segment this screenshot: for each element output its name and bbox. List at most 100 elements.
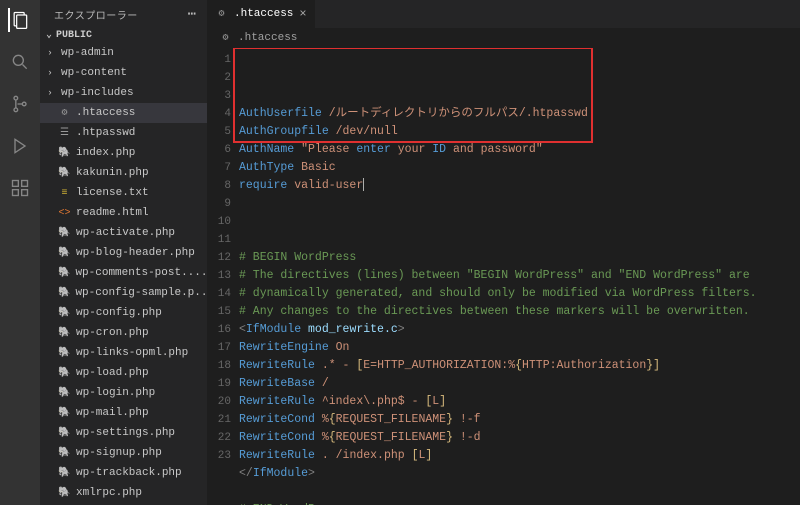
file-label: wp-links-opml.php xyxy=(76,347,188,359)
folder-label: wp-content xyxy=(61,67,127,79)
code-line[interactable] xyxy=(239,231,800,249)
chevron-right-icon: › xyxy=(46,48,54,58)
code-line[interactable]: </IfModule> xyxy=(239,465,800,483)
code-line[interactable] xyxy=(239,213,800,231)
folder-item[interactable]: › wp-admin xyxy=(40,43,207,63)
file-label: wp-activate.php xyxy=(76,227,175,239)
gear-icon: ⚙ xyxy=(219,32,232,45)
search-icon[interactable] xyxy=(8,50,32,74)
php-icon: 🐘 xyxy=(58,487,71,500)
code-line[interactable]: # The directives (lines) between "BEGIN … xyxy=(239,267,800,285)
code-line[interactable]: AuthName "Please enter your ID and passw… xyxy=(239,141,800,159)
code-editor[interactable]: 1234567891011121314151617181920212223 Au… xyxy=(207,48,800,505)
file-label: .htaccess xyxy=(76,107,135,119)
php-icon: 🐘 xyxy=(58,227,71,240)
code-line[interactable]: AuthGroupfile /dev/null xyxy=(239,123,800,141)
file-label: kakunin.php xyxy=(76,167,149,179)
file-label: wp-load.php xyxy=(76,367,149,379)
code-line[interactable]: # BEGIN WordPress xyxy=(239,249,800,267)
file-label: wp-comments-post.... xyxy=(75,267,207,279)
file-item[interactable]: 🐘 wp-activate.php xyxy=(40,223,207,243)
file-item[interactable]: 🐘wp-signup.php xyxy=(40,443,207,463)
file-item[interactable]: 🐘wp-comments-post.... xyxy=(40,263,207,283)
run-icon[interactable] xyxy=(8,134,32,158)
file-item[interactable]: 🐘 wp-trackback.php xyxy=(40,463,207,483)
code-line[interactable] xyxy=(239,195,800,213)
php-icon: 🐘 xyxy=(58,147,71,160)
sidebar-more-icon[interactable]: ⋯ xyxy=(188,6,197,23)
code-line[interactable]: <IfModule mod_rewrite.c> xyxy=(239,321,800,339)
file-item[interactable]: 🐘wp-mail.php xyxy=(40,403,207,423)
folder-label: wp-admin xyxy=(61,47,114,59)
file-item[interactable]: 🐘 xmlrpc.php xyxy=(40,483,207,503)
code-line[interactable]: AuthType Basic xyxy=(239,159,800,177)
editor-tabs: ⚙ .htaccess × xyxy=(207,0,800,28)
php-icon: 🐘 xyxy=(58,367,71,380)
php-icon: 🐘 xyxy=(58,167,71,180)
id-icon: ☰ xyxy=(58,127,71,140)
php-icon: 🐘 xyxy=(58,387,71,400)
file-item[interactable]: ⚙.htaccess xyxy=(40,103,207,123)
code-line[interactable]: RewriteCond %{REQUEST_FILENAME} !-d xyxy=(239,429,800,447)
file-label: wp-signup.php xyxy=(76,447,162,459)
sidebar-root[interactable]: ⌄ PUBLIC xyxy=(40,27,207,43)
code-content[interactable]: AuthUserfile /ルートディレクトリからのフルパス/.htpasswd… xyxy=(239,48,800,505)
php-icon: 🐘 xyxy=(58,327,71,340)
folder-label: wp-includes xyxy=(61,87,134,99)
file-item[interactable]: ≡license.txt xyxy=(40,183,207,203)
file-label: wp-config.php xyxy=(76,307,162,319)
php-icon: 🐘 xyxy=(58,407,71,420)
code-line[interactable]: RewriteRule ^index\.php$ - [L] xyxy=(239,393,800,411)
file-item[interactable]: 🐘 kakunin.php xyxy=(40,163,207,183)
file-item[interactable]: ☰.htpasswd xyxy=(40,123,207,143)
code-line[interactable]: RewriteRule . /index.php [L] xyxy=(239,447,800,465)
code-line[interactable]: RewriteBase / xyxy=(239,375,800,393)
file-item[interactable]: 🐘 wp-blog-header.php xyxy=(40,243,207,263)
line-gutter: 1234567891011121314151617181920212223 xyxy=(207,48,239,505)
file-label: readme.html xyxy=(76,207,149,219)
file-label: wp-trackback.php xyxy=(76,467,182,479)
code-line[interactable]: RewriteCond %{REQUEST_FILENAME} !-f xyxy=(239,411,800,429)
code-line[interactable]: AuthUserfile /ルートディレクトリからのフルパス/.htpasswd xyxy=(239,105,800,123)
file-label: wp-login.php xyxy=(76,387,155,399)
file-label: wp-config-sample.p... xyxy=(75,287,207,299)
code-line[interactable]: RewriteEngine On xyxy=(239,339,800,357)
file-item[interactable]: 🐘 wp-settings.php xyxy=(40,423,207,443)
breadcrumb[interactable]: ⚙ .htaccess xyxy=(207,28,800,48)
code-line[interactable]: require valid-user xyxy=(239,177,800,195)
code-line[interactable]: # dynamically generated, and should only… xyxy=(239,285,800,303)
file-item[interactable]: 🐘wp-cron.php xyxy=(40,323,207,343)
code-line[interactable] xyxy=(239,483,800,501)
close-icon[interactable]: × xyxy=(299,7,306,21)
file-tree: › wp-admin ›wp-content › wp-includes ⚙.htacce… xyxy=(40,43,207,503)
chevron-right-icon: › xyxy=(46,88,54,98)
file-item[interactable]: 🐘 wp-login.php xyxy=(40,383,207,403)
tab-label: .htaccess xyxy=(234,8,293,20)
file-label: wp-settings.php xyxy=(76,427,175,439)
php-icon: 🐘 xyxy=(58,427,71,440)
tab-htaccess[interactable]: ⚙ .htaccess × xyxy=(207,0,316,28)
sidebar-explorer: エクスプローラー ⋯ ⌄ PUBLIC ›wp-admin›wp-content… xyxy=(40,0,207,505)
php-icon: 🐘 xyxy=(58,467,71,480)
sidebar-header: エクスプローラー ⋯ xyxy=(40,0,207,27)
file-item[interactable]: <>readme.html xyxy=(40,203,207,223)
file-item[interactable]: 🐘 index.php xyxy=(40,143,207,163)
file-label: xmlrpc.php xyxy=(76,487,142,499)
file-item[interactable]: 🐘wp-config.php xyxy=(40,303,207,323)
txt-icon: ≡ xyxy=(58,187,71,200)
files-icon[interactable] xyxy=(8,8,32,32)
code-line[interactable]: # END WordPress xyxy=(239,501,800,505)
file-label: index.php xyxy=(76,147,135,159)
php-icon: 🐘 xyxy=(58,247,71,260)
extensions-icon[interactable] xyxy=(8,176,32,200)
file-item[interactable]: 🐘wp-links-opml.php xyxy=(40,343,207,363)
code-line[interactable]: RewriteRule .* - [E=HTTP_AUTHORIZATION:%… xyxy=(239,357,800,375)
code-line[interactable]: # Any changes to the directives between … xyxy=(239,303,800,321)
editor-area: ⚙ .htaccess × ⚙ .htaccess 12345678910111… xyxy=(207,0,800,505)
file-label: wp-blog-header.php xyxy=(76,247,195,259)
file-item[interactable]: 🐘 wp-load.php xyxy=(40,363,207,383)
folder-item[interactable]: ›wp-content xyxy=(40,63,207,83)
source-control-icon[interactable] xyxy=(8,92,32,116)
file-item[interactable]: 🐘wp-config-sample.p... xyxy=(40,283,207,303)
folder-item[interactable]: › wp-includes xyxy=(40,83,207,103)
